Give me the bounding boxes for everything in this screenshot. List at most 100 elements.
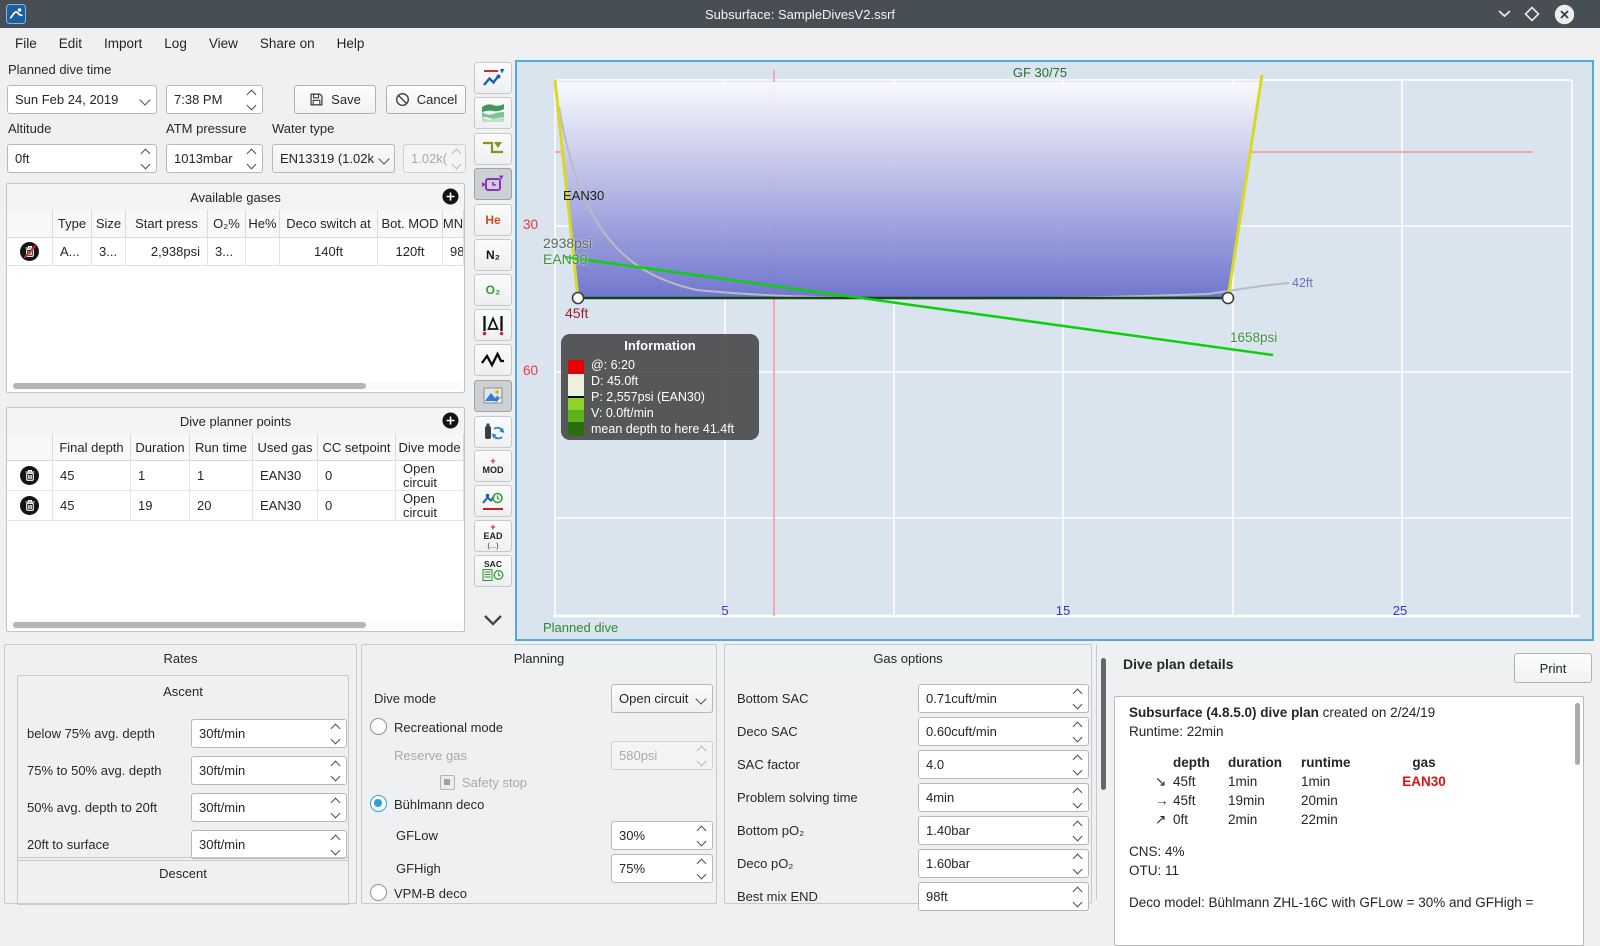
toolbar-mod-button[interactable]: + MOD xyxy=(474,450,512,482)
points-horizontal-scrollbar[interactable] xyxy=(9,621,462,629)
spinner-arrows-icon[interactable] xyxy=(1068,820,1083,841)
profile-handle[interactable] xyxy=(571,291,585,305)
column-header[interactable]: Bot. MOD xyxy=(378,210,443,238)
toolbar-dive-computer-button[interactable] xyxy=(474,62,512,94)
gas-cell-start-press[interactable]: 2,938psi xyxy=(126,238,208,266)
gas-option-spinner[interactable]: 0.60cuft/min xyxy=(918,717,1089,746)
dive-time-spinner[interactable]: 7:38 PM xyxy=(166,85,263,114)
toolbar-pHe-button[interactable]: He xyxy=(474,204,512,236)
toolbar-sac-button[interactable]: SAC xyxy=(474,555,512,587)
toolbar-photos-button[interactable] xyxy=(474,380,512,412)
column-header[interactable]: Final depth xyxy=(53,434,131,461)
point-cell-runtime[interactable]: 20 xyxy=(190,491,253,521)
point-cell-divemode[interactable]: Open circuit xyxy=(396,461,464,491)
delete-gas-disabled[interactable] xyxy=(7,238,53,266)
dive-date-combo[interactable]: Sun Feb 24, 2019 xyxy=(7,85,157,114)
column-header[interactable]: MN xyxy=(443,210,464,238)
column-header[interactable]: Used gas xyxy=(253,434,318,461)
menu-file[interactable]: File xyxy=(4,31,48,56)
menu-edit[interactable]: Edit xyxy=(48,31,93,56)
toolbar-gas-change-button[interactable] xyxy=(474,416,512,448)
maximize-button[interactable] xyxy=(1522,4,1542,24)
delete-point-button[interactable] xyxy=(7,491,53,521)
column-header[interactable]: Duration xyxy=(131,434,190,461)
details-scrollbar[interactable] xyxy=(1575,703,1580,765)
point-cell-setpoint[interactable]: 0 xyxy=(318,491,396,521)
save-button[interactable]: Save xyxy=(294,85,376,114)
gas-cell-o2[interactable]: 3... xyxy=(208,238,246,266)
gflow-spinner[interactable]: 30% xyxy=(611,821,713,850)
spinner-arrows-icon[interactable] xyxy=(1068,787,1083,808)
vertical-scrollbar[interactable] xyxy=(1101,658,1106,790)
gas-option-spinner[interactable]: 0.71cuft/min xyxy=(918,684,1089,713)
toolbar-pN2-button[interactable]: N₂ xyxy=(474,239,512,271)
buhlmann-deco-radio[interactable] xyxy=(370,795,387,812)
rate-spinner[interactable]: 30ft/min xyxy=(191,830,347,859)
menu-view[interactable]: View xyxy=(198,31,249,56)
toolbar-ndl-button[interactable] xyxy=(474,485,512,517)
column-header[interactable]: Type xyxy=(53,210,92,238)
gases-horizontal-scrollbar[interactable] xyxy=(9,382,462,390)
rate-spinner[interactable]: 30ft/min xyxy=(191,719,347,748)
column-header[interactable]: CC setpoint xyxy=(318,434,396,461)
point-cell-depth[interactable]: 45 xyxy=(53,461,131,491)
altitude-spinner[interactable]: 0ft xyxy=(7,144,157,173)
spinner-arrows-icon[interactable] xyxy=(1068,886,1083,907)
gas-cell-size[interactable]: 3... xyxy=(92,238,126,266)
gas-cell-bot-mod[interactable]: 120ft xyxy=(378,238,443,266)
atm-pressure-spinner[interactable]: 1013mbar xyxy=(166,144,263,173)
spinner-arrows-icon[interactable] xyxy=(1068,688,1083,709)
spinner-arrows-icon[interactable] xyxy=(326,760,341,781)
point-cell-divemode[interactable]: Open circuit xyxy=(396,491,464,521)
toolbar-collapse-button[interactable] xyxy=(474,604,512,636)
column-header[interactable]: Size xyxy=(92,210,126,238)
dive-plan-text[interactable]: Subsurface (4.8.5.0) dive plan created o… xyxy=(1114,696,1584,946)
column-header[interactable]: Start press xyxy=(126,210,208,238)
toolbar-waves-button[interactable] xyxy=(474,97,512,129)
toolbar-heartrate-button[interactable] xyxy=(474,344,512,376)
point-cell-runtime[interactable]: 1 xyxy=(190,461,253,491)
column-header[interactable]: O₂% xyxy=(208,210,246,238)
spinner-arrows-icon[interactable] xyxy=(692,858,707,879)
gfhigh-spinner[interactable]: 75% xyxy=(611,854,713,883)
column-header[interactable]: Deco switch at xyxy=(280,210,378,238)
gas-option-spinner[interactable]: 4.0 xyxy=(918,750,1089,779)
spinner-arrows-icon[interactable] xyxy=(326,797,341,818)
point-cell-gas[interactable]: EAN30 xyxy=(253,491,318,521)
menu-log[interactable]: Log xyxy=(153,31,198,56)
toolbar-ead-button[interactable]: + EAD (...) xyxy=(474,520,512,552)
spinner-arrows-icon[interactable] xyxy=(692,825,707,846)
gas-cell-deco-switch[interactable]: 140ft xyxy=(280,238,378,266)
point-cell-duration[interactable]: 1 xyxy=(131,461,190,491)
rate-spinner[interactable]: 30ft/min xyxy=(191,756,347,785)
column-header[interactable]: He% xyxy=(246,210,280,238)
vpmb-deco-radio[interactable] xyxy=(370,884,387,901)
dive-profile-chart[interactable]: GF 30/75 EAN30 2938psi EAN30 45ft 42ft 1… xyxy=(515,60,1594,641)
gas-cell-type[interactable]: A... xyxy=(53,238,92,266)
point-cell-setpoint[interactable]: 0 xyxy=(318,461,396,491)
spinner-arrows-icon[interactable] xyxy=(242,148,257,169)
add-point-button[interactable] xyxy=(442,412,459,429)
gas-option-spinner[interactable]: 1.40bar xyxy=(918,816,1089,845)
close-button[interactable] xyxy=(1554,4,1574,24)
spinner-arrows-icon[interactable] xyxy=(1068,754,1083,775)
toolbar-ceiling-button[interactable] xyxy=(474,133,512,165)
spinner-arrows-icon[interactable] xyxy=(136,148,151,169)
spinner-arrows-icon[interactable] xyxy=(326,834,341,855)
menu-import[interactable]: Import xyxy=(93,31,153,56)
menu-help[interactable]: Help xyxy=(326,31,376,56)
profile-handle[interactable] xyxy=(1221,291,1235,305)
spinner-arrows-icon[interactable] xyxy=(242,89,257,110)
toolbar-delta-pressure-button[interactable] xyxy=(474,309,512,341)
recreational-mode-radio[interactable] xyxy=(370,718,387,735)
gas-option-spinner[interactable]: 4min xyxy=(918,783,1089,812)
point-cell-gas[interactable]: EAN30 xyxy=(253,461,318,491)
gas-option-spinner[interactable]: 1.60bar xyxy=(918,849,1089,878)
water-type-combo[interactable]: EN13319 (1.02k xyxy=(272,144,395,173)
dive-mode-combo[interactable]: Open circuit xyxy=(611,684,713,713)
toolbar-tissues-button[interactable] xyxy=(474,168,512,200)
add-gas-button[interactable] xyxy=(442,188,459,205)
point-cell-depth[interactable]: 45 xyxy=(53,491,131,521)
column-header[interactable]: Dive mode xyxy=(396,434,464,461)
spinner-arrows-icon[interactable] xyxy=(326,723,341,744)
